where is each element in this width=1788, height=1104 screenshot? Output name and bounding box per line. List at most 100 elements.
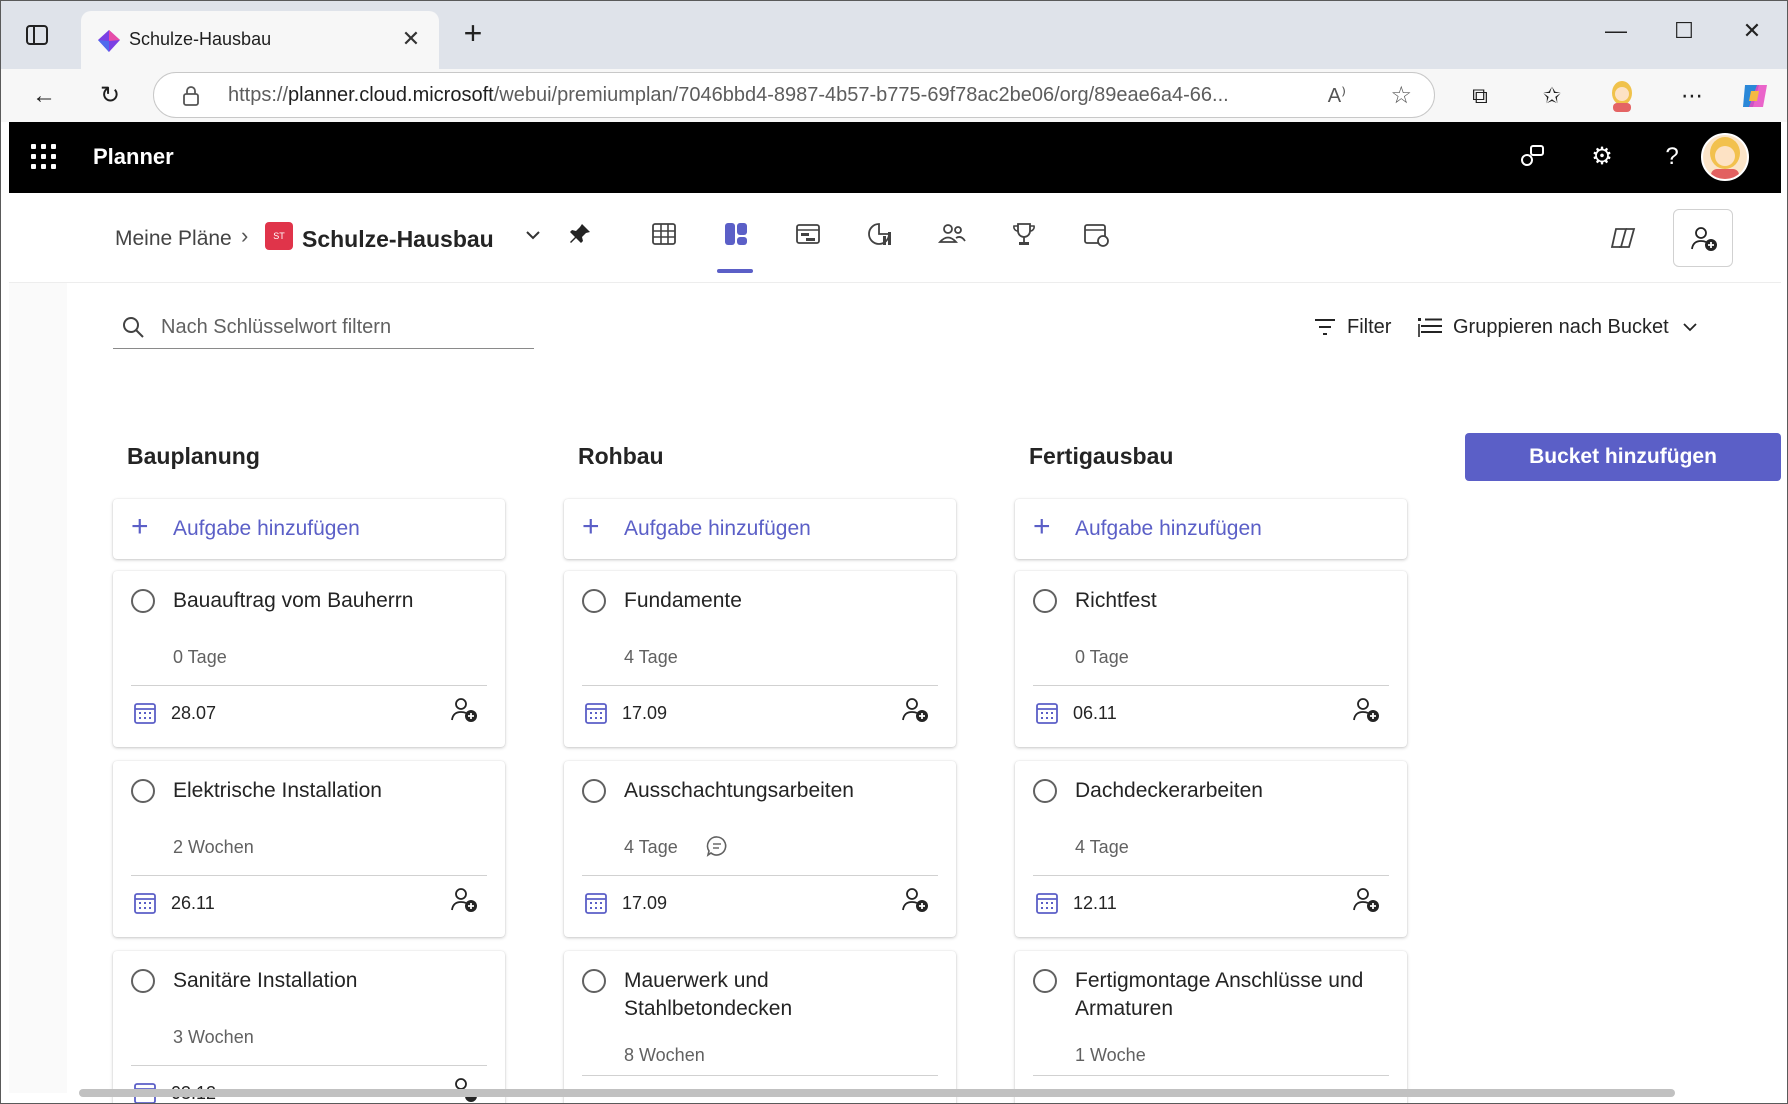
assign-person-icon[interactable]	[1351, 885, 1381, 915]
breadcrumb-my-plans[interactable]: Meine Pläne	[115, 227, 232, 251]
task-card[interactable]: Sanitäre Installation 3 Wochen 03.12	[113, 951, 505, 1103]
assign-person-icon[interactable]	[900, 885, 930, 915]
browser-tab-active[interactable]: Schulze-Hausbau ✕	[81, 11, 439, 69]
favorite-star-icon[interactable]: ☆	[1390, 81, 1412, 110]
bucket-title[interactable]: Fertigausbau	[1029, 443, 1173, 470]
board-view-icon[interactable]	[721, 219, 751, 249]
browser-tabstrip: Schulze-Hausbau ✕ + — ☐ ✕	[1, 1, 1787, 69]
task-due-date: 28.07	[171, 703, 217, 723]
task-card[interactable]: Dachdeckerarbeiten 4 Tage 12.11	[1015, 761, 1407, 937]
pin-icon[interactable]	[567, 221, 593, 247]
complete-task-checkbox[interactable]	[1033, 589, 1057, 613]
minimize-icon[interactable]: —	[1593, 13, 1639, 49]
add-task-button[interactable]: + Aufgabe hinzufügen	[1015, 499, 1407, 559]
user-avatar[interactable]	[1701, 133, 1749, 181]
horizontal-scrollbar[interactable]	[79, 1089, 1675, 1097]
share-plan-button[interactable]	[1673, 209, 1733, 267]
new-tab-icon[interactable]: +	[457, 17, 489, 51]
people-view-icon[interactable]	[937, 219, 967, 249]
charts-view-icon[interactable]	[865, 219, 895, 249]
plus-icon: +	[582, 510, 600, 543]
task-card[interactable]: Richtfest 0 Tage 06.11	[1015, 571, 1407, 747]
task-duration: 0 Tage	[173, 647, 227, 667]
refresh-icon[interactable]: ↻	[91, 77, 129, 115]
bucket-title[interactable]: Rohbau	[578, 443, 664, 470]
tab-close-icon[interactable]: ✕	[397, 25, 425, 53]
task-card[interactable]: Fundamente 4 Tage 17.09	[564, 571, 956, 747]
back-icon[interactable]: ←	[25, 77, 63, 115]
group-chevron-down-icon	[1683, 323, 1697, 332]
plan-title[interactable]: Schulze-Hausbau	[302, 226, 494, 253]
complete-task-checkbox[interactable]	[131, 589, 155, 613]
task-card[interactable]: Bauauftrag vom Bauherrn 0 Tage 28.07	[113, 571, 505, 747]
complete-task-checkbox[interactable]	[131, 969, 155, 993]
app-launcher-icon[interactable]	[31, 144, 57, 170]
tab-actions-icon[interactable]	[23, 21, 51, 49]
task-title: Elektrische Installation	[173, 779, 382, 802]
add-bucket-button[interactable]: Bucket hinzufügen	[1465, 433, 1781, 481]
copilot-browser-icon[interactable]	[1735, 77, 1773, 115]
schedule-view-icon[interactable]	[1081, 219, 1111, 249]
grid-view-icon[interactable]	[649, 219, 679, 249]
url-path: /webui/premiumplan/7046bbd4-8987-4b57-b7…	[493, 84, 1229, 106]
timeline-view-icon[interactable]	[793, 219, 823, 249]
group-list-icon	[1418, 318, 1442, 337]
assign-person-icon[interactable]	[900, 695, 930, 725]
task-duration: 0 Tage	[1075, 647, 1129, 667]
task-due-date: 26.11	[171, 893, 215, 913]
window-close-icon[interactable]: ✕	[1729, 13, 1775, 49]
complete-task-checkbox[interactable]	[131, 779, 155, 803]
copilot-icon[interactable]	[1607, 223, 1637, 253]
add-task-button[interactable]: + Aufgabe hinzufügen	[564, 499, 956, 559]
keyword-filter[interactable]	[113, 305, 534, 349]
maximize-icon[interactable]: ☐	[1661, 13, 1707, 49]
filter-label: Filter	[1347, 315, 1392, 338]
feedback-icon[interactable]	[1517, 142, 1547, 172]
task-card[interactable]: Mauerwerk und Stahlbetondecken 8 Wochen	[564, 951, 956, 1103]
filter-button[interactable]: Filter	[1313, 311, 1391, 343]
add-task-label: Aufgabe hinzufügen	[173, 517, 360, 540]
complete-task-checkbox[interactable]	[582, 589, 606, 613]
help-icon[interactable]: ?	[1657, 142, 1687, 172]
more-options-icon[interactable]: ⋯	[1673, 77, 1711, 115]
url-text[interactable]: https://planner.cloud.microsoft/webui/pr…	[228, 84, 1308, 107]
assign-person-icon[interactable]	[1351, 695, 1381, 725]
task-card[interactable]: Elektrische Installation 2 Wochen 26.11	[113, 761, 505, 937]
goals-trophy-icon[interactable]	[1009, 219, 1039, 249]
add-task-label: Aufgabe hinzufügen	[624, 517, 811, 540]
task-title: Sanitäre Installation	[173, 969, 358, 992]
task-card[interactable]: Fertigmontage Anschlüsse und Armaturen 1…	[1015, 951, 1407, 1103]
browser-window: Schulze-Hausbau ✕ + — ☐ ✕ ← ↻ https://pl…	[0, 0, 1788, 1104]
calendar-icon	[1036, 893, 1058, 914]
plan-chevron-down-icon[interactable]	[521, 223, 545, 247]
address-bar[interactable]: https://planner.cloud.microsoft/webui/pr…	[153, 72, 1435, 118]
search-input[interactable]	[161, 313, 521, 341]
calendar-icon	[585, 703, 607, 724]
task-duration: 2 Wochen	[173, 837, 254, 857]
assign-person-icon[interactable]	[449, 695, 479, 725]
filter-icon	[1315, 319, 1335, 335]
profile-icon[interactable]	[1603, 77, 1641, 115]
group-by-button[interactable]: Gruppieren nach Bucket	[1417, 311, 1701, 343]
breadcrumb-chevron-icon: ›	[241, 223, 249, 248]
task-duration: 4 Tage	[624, 837, 678, 857]
bucket-title[interactable]: Bauplanung	[127, 443, 260, 470]
settings-gear-icon[interactable]: ⚙	[1587, 142, 1617, 172]
complete-task-checkbox[interactable]	[1033, 969, 1057, 993]
extensions-icon[interactable]: ⧉	[1461, 77, 1499, 115]
complete-task-checkbox[interactable]	[1033, 779, 1057, 803]
add-member-icon	[1691, 227, 1717, 251]
url-host: planner.cloud.microsoft	[288, 84, 494, 106]
add-task-button[interactable]: + Aufgabe hinzufügen	[113, 499, 505, 559]
planner-favicon-icon	[98, 30, 120, 52]
task-title: Fundamente	[624, 589, 742, 612]
favorites-icon[interactable]: ✩	[1533, 77, 1571, 115]
url-prefix: https://	[228, 84, 289, 106]
complete-task-checkbox[interactable]	[582, 969, 606, 993]
read-aloud-icon[interactable]: A⁾	[1328, 83, 1346, 108]
plus-icon: +	[131, 510, 149, 543]
complete-task-checkbox[interactable]	[582, 779, 606, 803]
assign-person-icon[interactable]	[449, 885, 479, 915]
lock-icon[interactable]	[180, 85, 202, 107]
task-card[interactable]: Ausschachtungsarbeiten 4 Tage 17.09	[564, 761, 956, 937]
